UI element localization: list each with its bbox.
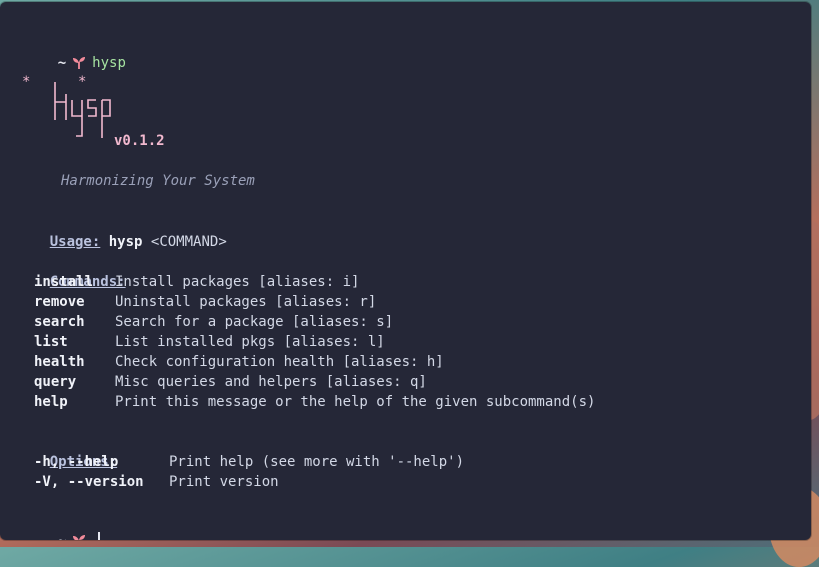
command-row: list List installed pkgs [aliases: l] bbox=[16, 332, 796, 352]
hysp-logo: * * bbox=[22, 74, 111, 138]
command-desc: Install packages [aliases: i] bbox=[115, 274, 360, 290]
options-header-line: Options: bbox=[16, 432, 796, 470]
sprout-icon bbox=[73, 535, 86, 540]
command-desc: Misc queries and helpers [aliases: q] bbox=[115, 374, 427, 390]
version-label: v0.1.2 bbox=[114, 133, 165, 149]
tagline: Harmonizing Your System bbox=[61, 173, 255, 189]
command-row: search Search for a package [aliases: s] bbox=[16, 312, 796, 332]
commands-header-line: Commands: bbox=[16, 252, 796, 290]
option-desc: Print help (see more with '--help') bbox=[169, 454, 465, 470]
terminal-window[interactable]: ~ hysp * * v0.1.2 Harmonizing Your System… bbox=[0, 2, 811, 540]
command-row: query Misc queries and helpers [aliases: … bbox=[16, 372, 796, 392]
command-desc: List installed pkgs [aliases: l] bbox=[115, 334, 385, 350]
svg-text:*: * bbox=[22, 74, 30, 90]
usage-line: Usage: hysp <COMMAND> bbox=[16, 212, 796, 250]
command-name: install bbox=[34, 274, 94, 290]
prompt-tilde: ~ bbox=[57, 55, 67, 71]
command-row: remove Uninstall packages [aliases: r] bbox=[16, 292, 796, 312]
input-prompt-line[interactable]: ~ bbox=[24, 511, 101, 540]
usage-label: Usage: bbox=[49, 234, 101, 250]
command-row: help Print this message or the help of th… bbox=[16, 392, 796, 412]
usage-arg: <COMMAND> bbox=[150, 234, 227, 250]
text-cursor[interactable] bbox=[98, 531, 101, 540]
option-desc: Print version bbox=[169, 474, 279, 490]
command-row: health Check configuration health [aliase… bbox=[16, 352, 796, 372]
command-name: query bbox=[34, 374, 77, 390]
prompt-line: ~ hysp bbox=[24, 33, 126, 71]
option-row: -V, --version Print version bbox=[16, 472, 796, 492]
svg-text:*: * bbox=[78, 74, 86, 90]
command-desc: Uninstall packages [aliases: r] bbox=[115, 294, 377, 310]
option-flag: -h, --help bbox=[34, 454, 119, 470]
prompt-command: hysp bbox=[92, 55, 126, 71]
command-name: health bbox=[34, 354, 85, 370]
command-name: search bbox=[34, 314, 85, 330]
command-desc: Check configuration health [aliases: h] bbox=[115, 354, 444, 370]
command-name: remove bbox=[34, 294, 85, 310]
command-desc: Search for a package [aliases: s] bbox=[115, 314, 394, 330]
command-name: list bbox=[34, 334, 68, 350]
sprout-icon bbox=[73, 57, 86, 69]
command-row: install Install packages [aliases: i] bbox=[16, 272, 796, 292]
option-flag: -V, --version bbox=[34, 474, 144, 490]
command-desc: Print this message or the help of the gi… bbox=[115, 394, 596, 410]
usage-bin: hysp bbox=[108, 234, 143, 250]
command-name: help bbox=[34, 394, 68, 410]
prompt-tilde: ~ bbox=[58, 533, 66, 540]
option-row: -h, --help Print help (see more with '--h… bbox=[16, 452, 796, 472]
